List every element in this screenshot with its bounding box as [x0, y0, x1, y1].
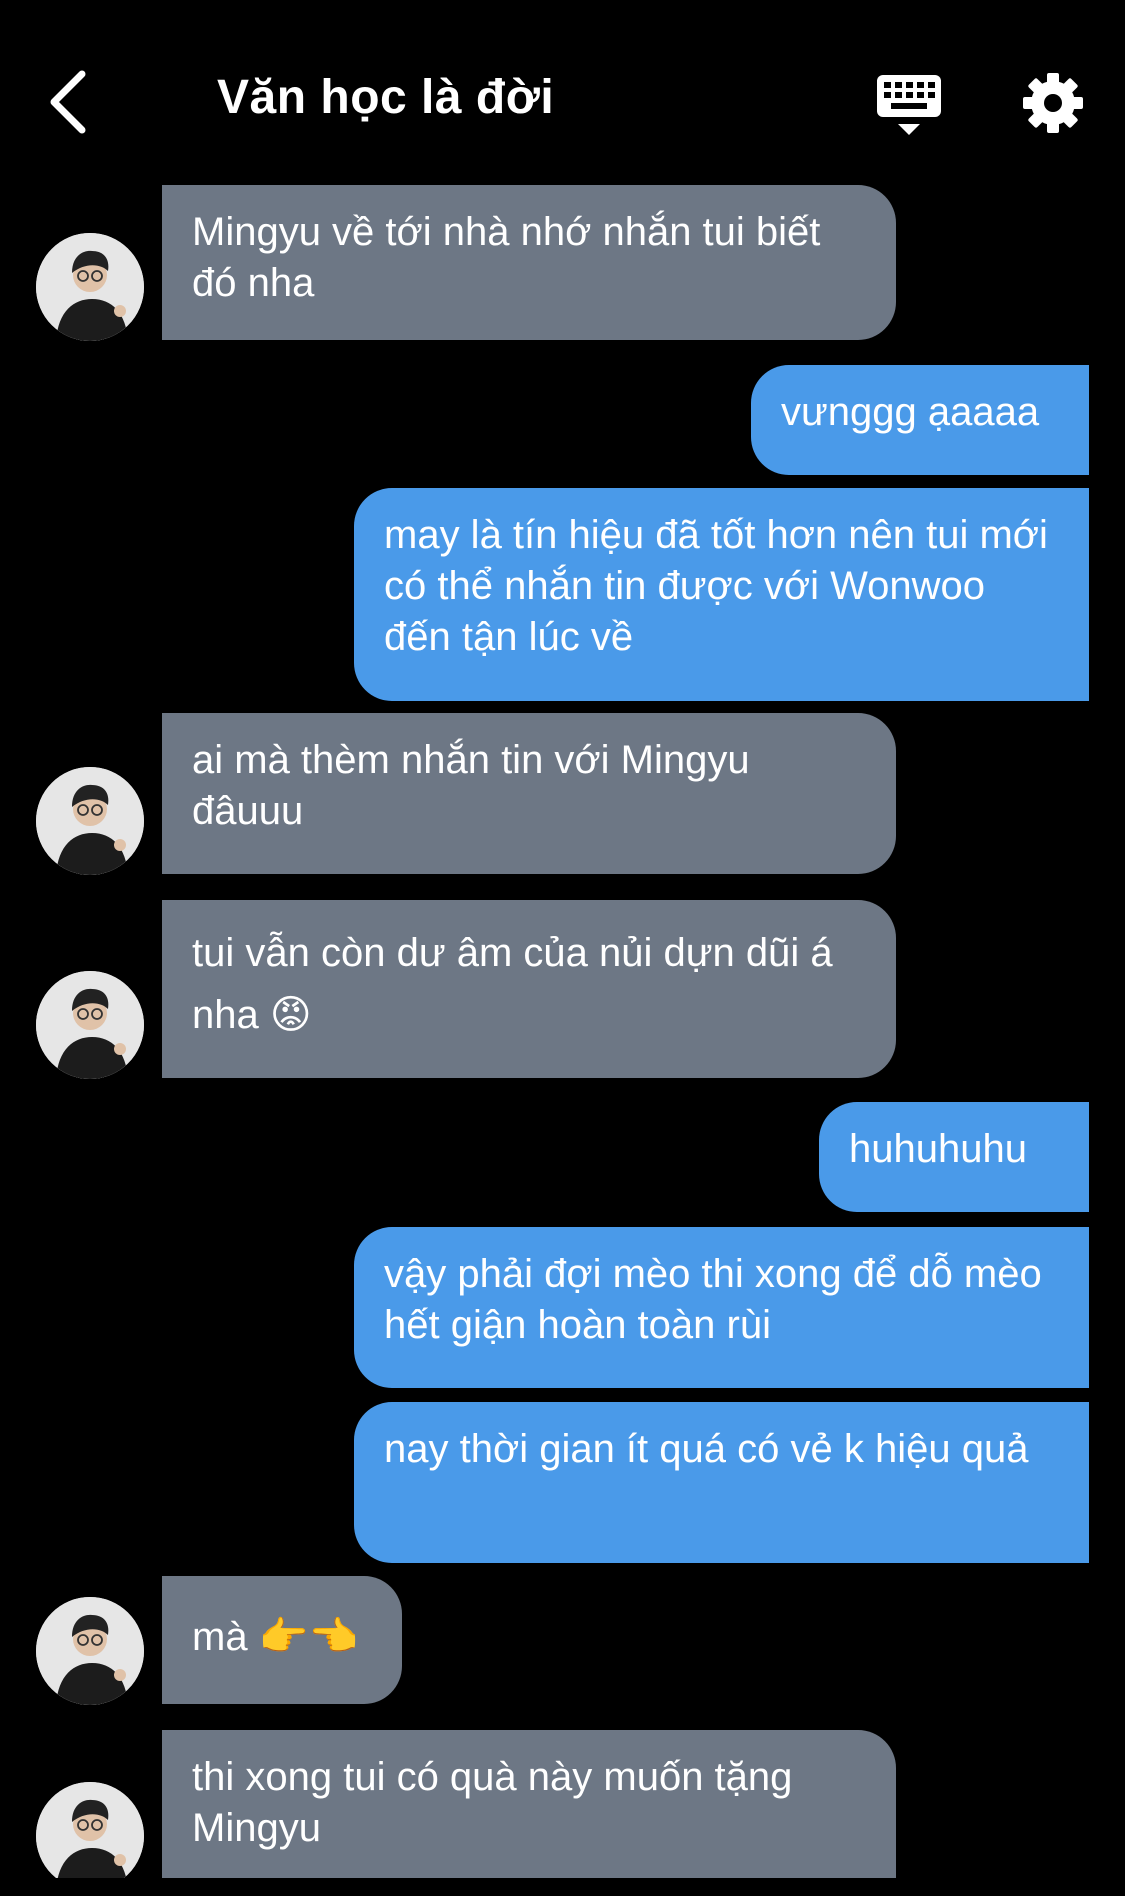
avatar-image: [36, 971, 144, 1079]
avatar-image: [36, 767, 144, 875]
avatar-image: [36, 1597, 144, 1705]
avatar[interactable]: [36, 971, 144, 1079]
message-bubble-incoming[interactable]: thi xong tui có quà này muốn tặng Mingyu: [162, 1730, 896, 1878]
avatar[interactable]: [36, 767, 144, 875]
message-bubble-outgoing[interactable]: huhuhuhu: [819, 1102, 1089, 1212]
message-bubble-outgoing[interactable]: may là tín hiệu đã tốt hơn nên tui mới c…: [354, 488, 1089, 701]
message-list[interactable]: Mingyu về tới nhà nhớ nhắn tui biết đó n…: [0, 0, 1125, 1896]
message-bubble-incoming[interactable]: ai mà thèm nhắn tin với Mingyu đâuuu: [162, 713, 896, 874]
message-bubble-incoming[interactable]: Mingyu về tới nhà nhớ nhắn tui biết đó n…: [162, 185, 896, 340]
message-bubble-outgoing[interactable]: vưnggg ạaaaa: [751, 365, 1089, 475]
message-bubble-incoming[interactable]: mà 👉👈: [162, 1576, 402, 1704]
avatar-image: [36, 233, 144, 341]
avatar-image: [36, 1782, 144, 1890]
bottom-edge: [0, 1878, 1125, 1896]
message-bubble-outgoing[interactable]: vậy phải đợi mèo thi xong để dỗ mèo hết …: [354, 1227, 1089, 1388]
message-bubble-incoming[interactable]: tui vẫn còn dư âm của nủi dựn dũi á nha …: [162, 900, 896, 1078]
avatar[interactable]: [36, 233, 144, 341]
avatar[interactable]: [36, 1782, 144, 1890]
message-bubble-outgoing[interactable]: nay thời gian ít quá có vẻ k hiệu quả: [354, 1402, 1089, 1563]
avatar[interactable]: [36, 1597, 144, 1705]
